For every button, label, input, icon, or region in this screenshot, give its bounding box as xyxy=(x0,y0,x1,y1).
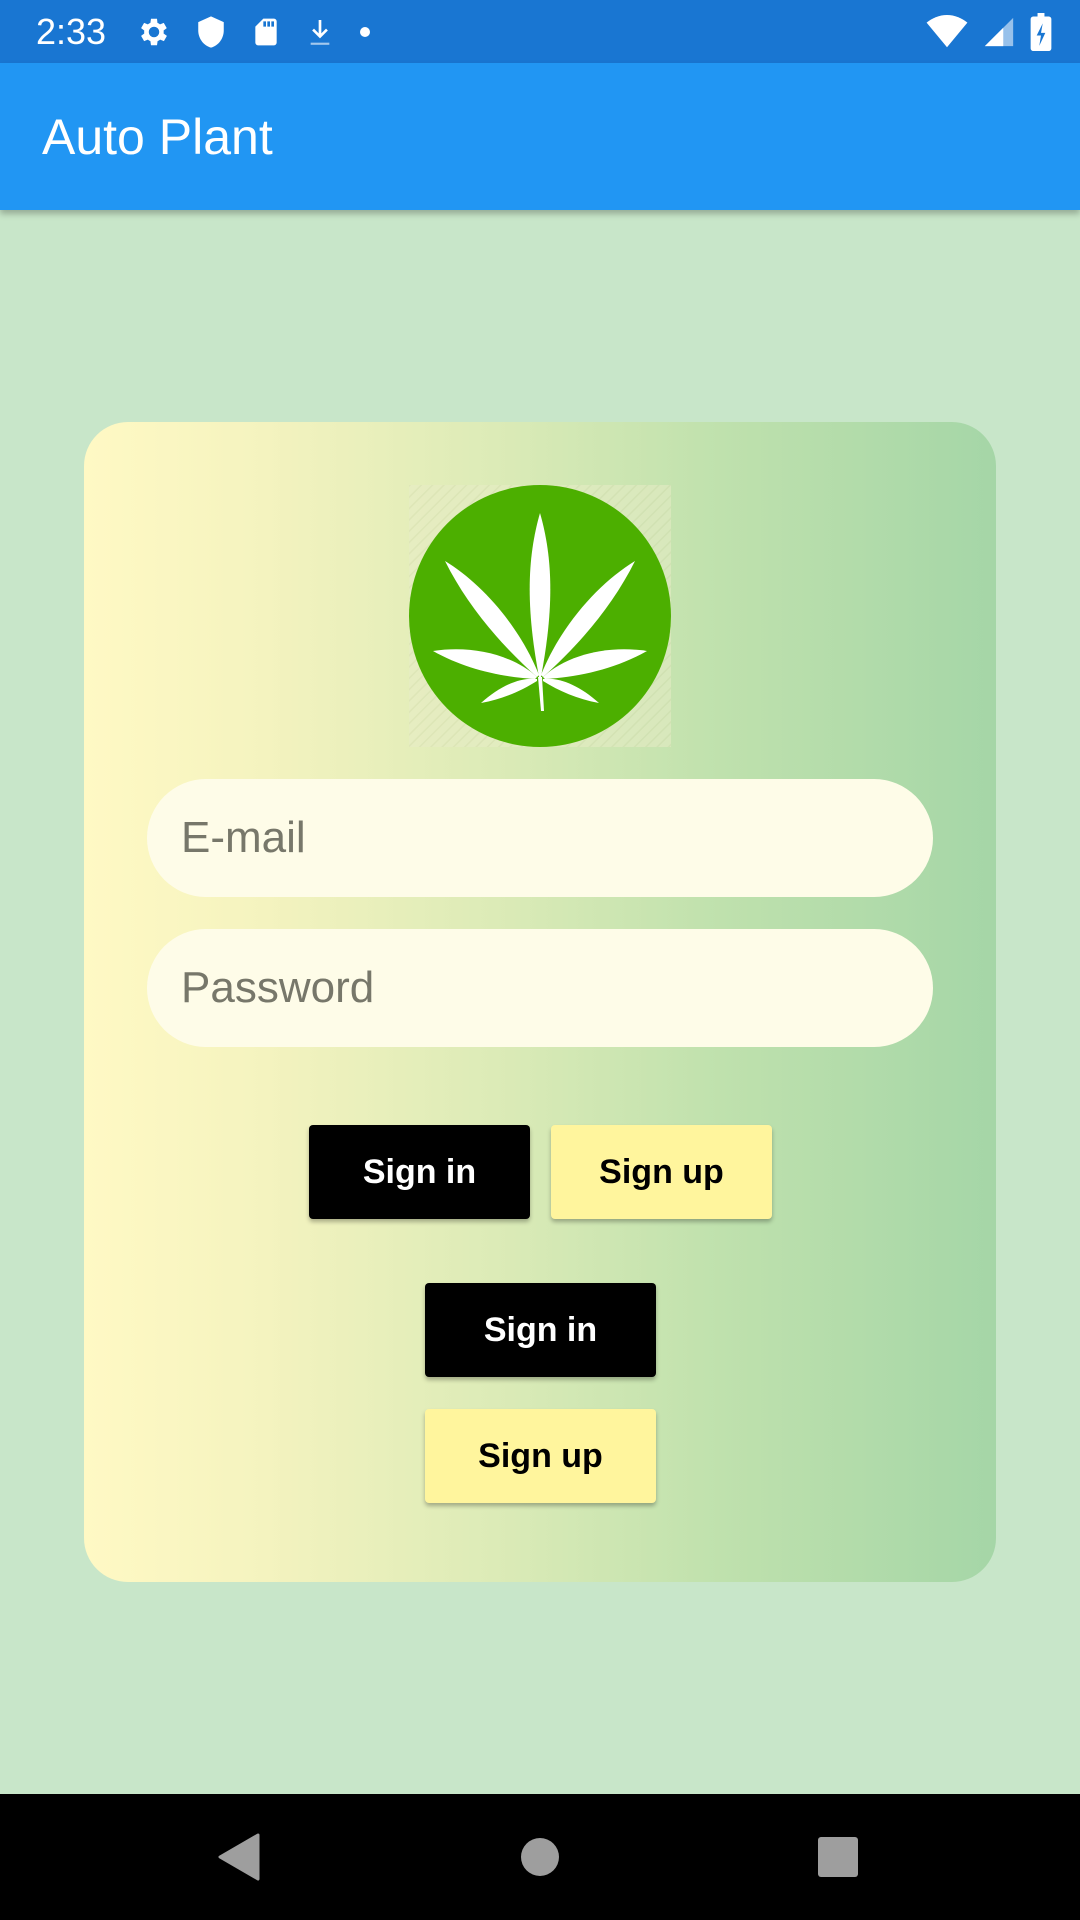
logo-image xyxy=(409,485,671,747)
sign-in-button-secondary[interactable]: Sign in xyxy=(425,1283,656,1377)
status-time: 2:33 xyxy=(36,11,107,52)
navigation-bar xyxy=(0,1794,1080,1920)
recents-icon xyxy=(818,1837,858,1877)
signal-icon xyxy=(982,15,1016,49)
back-button[interactable] xyxy=(178,1794,298,1920)
settings-icon xyxy=(136,14,172,50)
status-icons-right xyxy=(926,12,1052,52)
recents-button[interactable] xyxy=(778,1794,898,1920)
shield-icon xyxy=(194,14,228,50)
login-card: E-mail Password Sign in Sign up Sign in … xyxy=(84,422,996,1582)
app-bar: Auto Plant xyxy=(0,63,1080,210)
email-placeholder: E-mail xyxy=(181,813,306,862)
sign-up-button-secondary[interactable]: Sign up xyxy=(425,1409,656,1503)
sign-up-button[interactable]: Sign up xyxy=(551,1125,772,1219)
home-icon xyxy=(521,1838,559,1876)
status-bar: 2:33 xyxy=(0,0,1080,63)
home-button[interactable] xyxy=(480,1794,600,1920)
email-field[interactable]: E-mail xyxy=(147,779,933,897)
sd-card-icon xyxy=(250,14,282,50)
wifi-icon xyxy=(926,15,968,49)
status-icons-left xyxy=(136,13,372,51)
download-icon xyxy=(304,14,336,50)
cannabis-leaf-logo xyxy=(409,485,671,747)
password-field[interactable]: Password xyxy=(147,929,933,1047)
back-icon xyxy=(218,1833,260,1881)
password-placeholder: Password xyxy=(181,963,375,1012)
app-title: Auto Plant xyxy=(42,109,273,165)
dot-icon xyxy=(358,14,372,50)
battery-charging-icon xyxy=(1030,13,1052,51)
sign-in-button[interactable]: Sign in xyxy=(309,1125,530,1219)
